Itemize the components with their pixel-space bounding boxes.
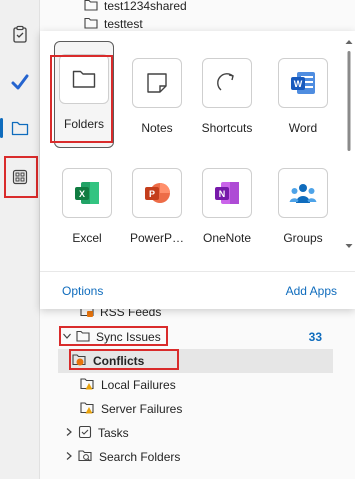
warning-folder-icon [80,401,95,418]
app-tile-powerpoint[interactable]: P PowerP… [124,156,190,252]
nav-rail [0,0,40,479]
flyout-scrollbar[interactable] [343,31,355,257]
folder-label: Search Folders [99,450,181,464]
app-tile-label: PowerP… [129,231,185,245]
app-tile-excel[interactable]: X Excel [54,156,120,252]
checkmark-icon[interactable] [6,68,34,96]
unread-count-badge: 33 [308,330,322,344]
folder-icon [84,17,98,32]
warning-folder-icon [80,377,95,394]
word-icon: W [278,58,328,108]
apps-flyout: Folders Notes Shortcuts W Word X Excel P… [40,31,355,309]
svg-text:W: W [294,79,303,89]
app-tile-word[interactable]: W Word [270,46,336,142]
groups-icon [278,168,328,218]
folder-item-server-failures[interactable]: Server Failures [40,397,355,421]
app-tile-notes[interactable]: Notes [124,46,190,142]
app-tile-label: Groups [283,231,323,245]
search-folder-icon [78,449,93,466]
flyout-footer: Options Add Apps [40,271,355,309]
options-link[interactable]: Options [62,284,103,298]
folder-item-search-folders[interactable]: Search Folders [40,445,355,469]
powerpoint-icon: P [132,168,182,218]
clipboard-icon[interactable] [6,20,34,48]
folder-item-tasks[interactable]: Tasks [40,421,355,445]
svg-text:N: N [219,189,226,199]
onenote-icon: N [202,168,252,218]
folder-label: Tasks [98,426,129,440]
folder-icon[interactable] [0,114,34,142]
folder-label: testtest [104,17,143,31]
chevron-right-icon[interactable] [64,450,74,464]
folder-label: Local Failures [101,378,176,392]
folder-label: Server Failures [101,402,183,416]
folder-item-local-failures[interactable]: Local Failures [40,373,355,397]
svg-text:P: P [149,189,155,199]
app-tile-label: Shortcuts [201,121,253,135]
apps-highlight [4,156,38,198]
app-tile-label: OneNote [202,231,252,245]
app-tile-label: Excel [72,231,102,245]
svg-text:X: X [79,189,85,199]
app-tile-groups[interactable]: Groups [270,156,336,252]
chevron-right-icon[interactable] [64,426,74,440]
conflicts-highlight [69,349,179,370]
app-tile-label: Word [288,121,318,135]
app-tile-label: Notes [141,121,173,135]
app-tile-shortcuts[interactable]: Shortcuts [194,46,260,142]
tasks-icon [78,425,92,442]
sync-issues-highlight [59,326,168,346]
shortcut-arrow-icon [202,58,252,108]
folders-highlight [50,55,113,143]
add-apps-link[interactable]: Add Apps [286,284,337,298]
app-tile-onenote[interactable]: N OneNote [194,156,260,252]
note-icon [132,58,182,108]
excel-icon: X [62,168,112,218]
